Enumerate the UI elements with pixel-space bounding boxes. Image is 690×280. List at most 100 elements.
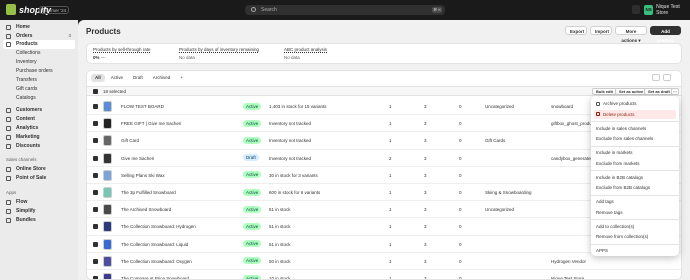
product-name[interactable]: The Collection Snowboard: Oxygen (121, 259, 192, 264)
sidebar-item-marketing[interactable]: Marketing (3, 133, 75, 142)
menu-item-remove-from-collection-s[interactable]: Remove from collection(s) (594, 232, 676, 241)
row-checkbox[interactable] (93, 207, 98, 213)
days-inventory-value: No data (179, 55, 195, 60)
tab-draft[interactable]: Draft (129, 74, 147, 82)
status-badge: Active (243, 240, 262, 248)
sidebar-item-bundles[interactable]: Bundles (3, 216, 75, 225)
more-actions-button[interactable]: More actions ▾ (615, 26, 647, 43)
sidebar-item-discounts[interactable]: Discounts (3, 142, 75, 151)
sidebar-item-simplify[interactable]: Simplify (3, 207, 75, 216)
row-checkbox[interactable] (93, 258, 98, 264)
product-thumbnail (103, 187, 112, 198)
sales-channels-cell: 1 (389, 258, 392, 264)
product-name[interactable]: FREE GIFT | Give me Sacheri (121, 121, 181, 126)
set-active-button[interactable]: Set as active (615, 88, 648, 95)
product-name[interactable]: The 3p Fulfilled Snowboard (121, 190, 176, 195)
abc-analysis-metric[interactable]: ABC product analysis No data (284, 47, 327, 60)
table-row[interactable]: The Compare at Price Snowboard Active 10 i… (87, 270, 681, 280)
sidebar-item-purchase-orders[interactable]: Purchase orders (3, 67, 75, 76)
import-button[interactable]: Import (590, 26, 612, 35)
sales-channels-heading[interactable]: Sales channels (6, 157, 37, 162)
sidebar-item-flow[interactable]: Flow (3, 198, 75, 207)
export-button[interactable]: Export (565, 26, 587, 35)
menu-item-exclude-from-markets[interactable]: Exclude from markets (594, 159, 676, 168)
markets-cell: 3 (424, 276, 427, 280)
b2b-catalogs-cell: 0 (459, 172, 462, 178)
bulk-actions-bar: 18 selected Bulk edit Set as active Set … (87, 86, 681, 96)
row-checkbox[interactable] (93, 276, 98, 279)
search-filter-icon[interactable] (652, 74, 660, 81)
status-badge: Active (243, 205, 262, 213)
bulk-edit-button[interactable]: Bulk edit (592, 88, 617, 95)
sidebar-item-label: Bundles (16, 217, 36, 223)
avatar: NS (644, 5, 654, 15)
menu-item-exclude-from-sales-channels[interactable]: Exclude from sales channels (594, 134, 676, 143)
sidebar-item-label: Inventory (16, 59, 37, 65)
search-input[interactable]: Search ⌘ K (245, 5, 445, 15)
row-checkbox[interactable] (93, 138, 98, 144)
inventory-cell: 1,403 in stock for 15 variants (269, 104, 327, 109)
product-name[interactable]: The Collection Snowboard: Hydrogen (121, 224, 196, 229)
set-draft-button[interactable]: Set as draft (644, 88, 674, 95)
tab-active[interactable]: Active (107, 74, 127, 82)
more-bulk-actions-button[interactable]: ··· (671, 88, 679, 95)
b2b-catalogs-cell: 0 (459, 138, 462, 144)
sidebar-item-customers[interactable]: Customers (3, 106, 75, 115)
sales-channels-cell: 1 (389, 190, 392, 195)
sidebar-item-products[interactable]: Products (3, 40, 75, 49)
sidebar-item-label: Transfers (16, 77, 37, 83)
sidebar-item-gift-cards[interactable]: Gift cards (3, 85, 75, 94)
sidebar-item-content[interactable]: Content (3, 115, 75, 124)
menu-item-include-in-sales-channels[interactable]: Include in sales channels (594, 124, 676, 133)
sidebar-item-catalogs[interactable]: Catalogs (3, 94, 75, 103)
sidebar-item-inventory[interactable]: Inventory (3, 58, 75, 67)
product-name[interactable]: The Compare at Price Snowboard (121, 276, 189, 279)
sidebar-item-home[interactable]: Home (3, 23, 75, 32)
row-checkbox[interactable] (93, 190, 98, 195)
menu-item-archive-products[interactable]: Archive products (594, 99, 676, 108)
days-inventory-metric[interactable]: Products by days of inventory remaining … (179, 47, 259, 60)
add-view-button[interactable]: + (176, 74, 187, 82)
menu-item-label: Archive products (603, 101, 637, 106)
product-name[interactable]: Gift Card (121, 138, 139, 143)
sell-through-metric[interactable]: Products by sell-through rate 0% — (93, 47, 151, 60)
sidebar-item-online-store[interactable]: Online Store (3, 165, 75, 174)
b2b-catalogs-cell: 0 (459, 104, 462, 109)
sidebar-item-orders[interactable]: Orders 3 (3, 32, 75, 41)
menu-item-include-in-b2b-catalogs[interactable]: Include in B2B catalogs (594, 173, 676, 182)
product-name[interactable]: The Collection Snowboard: Liquid (121, 242, 188, 247)
b2b-catalogs-cell: 0 (459, 258, 462, 264)
product-name[interactable]: The Archived Snowboard (121, 207, 171, 212)
sidebar-item-transfers[interactable]: Transfers (3, 76, 75, 85)
product-name[interactable]: Give me Sacheri (121, 156, 154, 161)
row-checkbox[interactable] (93, 241, 98, 247)
row-checkbox[interactable] (93, 121, 98, 127)
product-name[interactable]: Selling Plans Ski Wax (121, 173, 165, 178)
sidebar-item-collections[interactable]: Collections (3, 49, 75, 58)
content-icon (6, 117, 11, 122)
row-checkbox[interactable] (93, 155, 98, 161)
row-checkbox[interactable] (93, 224, 98, 230)
select-all-checkbox[interactable] (93, 89, 98, 94)
row-checkbox[interactable] (93, 104, 98, 109)
tab-archived[interactable]: Archived (149, 74, 175, 82)
menu-item-exclude-from-b2b-catalogs[interactable]: Exclude from B2B catalogs (594, 183, 676, 192)
sort-icon[interactable] (663, 74, 671, 81)
menu-item-delete-products[interactable]: Delete products (594, 109, 676, 119)
row-checkbox[interactable] (93, 172, 98, 178)
bell-icon[interactable] (632, 5, 640, 14)
product-name[interactable]: FLOW TEST BOARD (121, 104, 164, 109)
sidebar-item-label: Home (16, 24, 30, 30)
menu-item-add-tags[interactable]: Add tags (594, 197, 676, 206)
store-switcher[interactable]: NS Nique Test Store (644, 4, 690, 16)
add-product-button[interactable]: Add product (650, 26, 681, 43)
menu-item-remove-tags[interactable]: Remove tags (594, 208, 676, 217)
sidebar-item-point-of-sale[interactable]: Point of Sale (3, 174, 75, 183)
search-placeholder: Search (261, 7, 277, 13)
tab-all[interactable]: All (91, 74, 105, 82)
apps-heading[interactable]: Apps (6, 190, 16, 195)
menu-item-add-to-collection-s[interactable]: Add to collection(s) (594, 222, 676, 231)
sidebar-item-analytics[interactable]: Analytics (3, 124, 75, 133)
inventory-cell: 51 in stock (269, 224, 291, 230)
menu-item-include-in-markets[interactable]: Include in markets (594, 148, 676, 157)
